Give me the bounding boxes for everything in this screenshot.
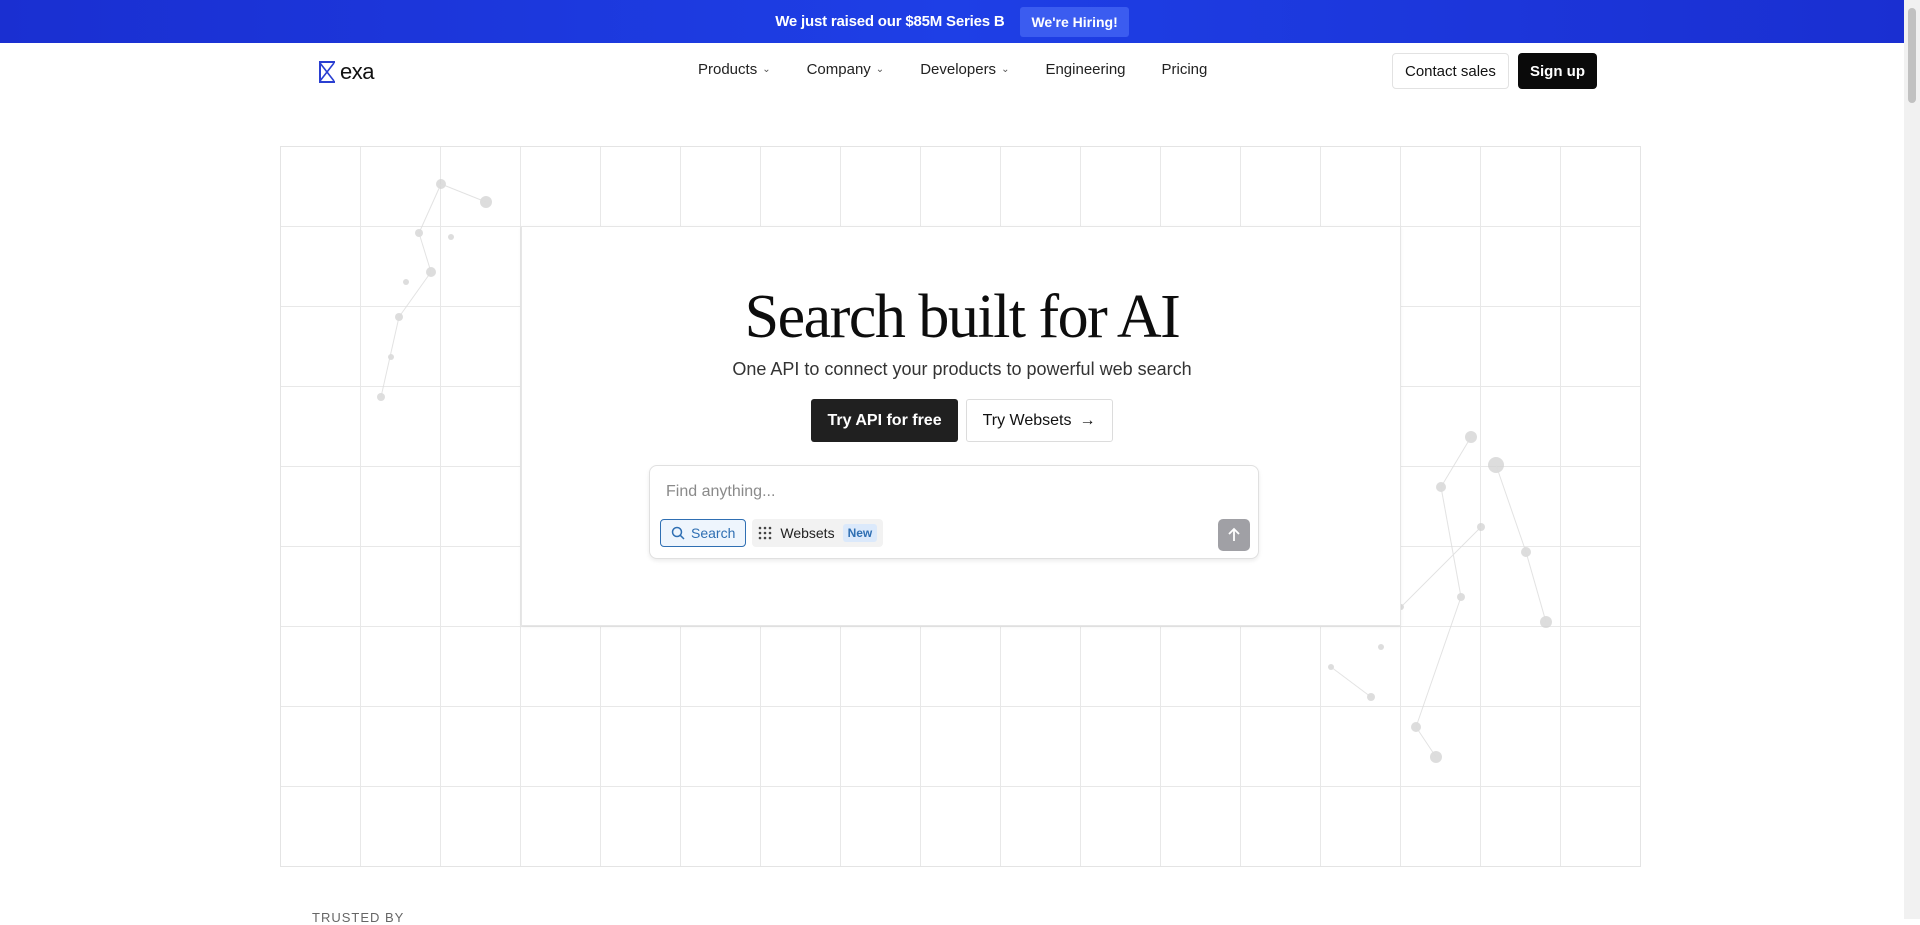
try-websets-label: Try Websets: [982, 411, 1072, 429]
contact-sales-button[interactable]: Contact sales: [1392, 53, 1509, 89]
nav-developers[interactable]: Developers ⌄: [920, 61, 1009, 78]
nav-link-label: Company: [806, 61, 871, 78]
chevron-down-icon: ⌄: [875, 64, 885, 75]
nav-company[interactable]: Company ⌄: [807, 61, 885, 78]
trusted-by-label: TRUSTED BY: [312, 910, 405, 925]
nav-products[interactable]: Products ⌄: [698, 61, 771, 78]
arrow-up-icon: [1228, 527, 1240, 541]
logo[interactable]: exa: [318, 59, 374, 85]
websets-mode-button[interactable]: Websets New: [752, 519, 884, 547]
search-input[interactable]: [664, 480, 1234, 504]
hero-title: Search built for AI: [744, 283, 1181, 351]
exa-logo-icon: [319, 61, 335, 83]
arrow-right-icon: →: [1079, 411, 1096, 429]
announcement-bar: We just raised our $85M Series B We're H…: [0, 0, 1904, 43]
try-websets-button[interactable]: Try Websets →: [965, 399, 1113, 442]
hero-subtitle: One API to connect your products to powe…: [732, 359, 1192, 379]
nav-link-label: Pricing: [1161, 61, 1208, 78]
scrollbar-thumb[interactable]: [1908, 8, 1916, 103]
top-navigation: exa Products ⌄ Company ⌄ Developers ⌄ En…: [0, 43, 1904, 97]
logo-text: exa: [340, 59, 374, 84]
nav-engineering[interactable]: Engineering: [1045, 61, 1125, 78]
nav-link-label: Developers: [920, 61, 997, 78]
search-icon: [671, 526, 685, 540]
search-submit-button[interactable]: [1218, 519, 1250, 551]
chevron-down-icon: ⌄: [762, 64, 771, 75]
nav-links: Products ⌄ Company ⌄ Developers ⌄ Engine…: [698, 61, 1207, 78]
search-box: Search Websets New: [649, 465, 1259, 559]
cta-row: Try API for free Try Websets →: [522, 399, 1402, 442]
websets-mode-label: Websets: [780, 525, 835, 541]
announcement-text: We just raised our $85M Series B: [775, 13, 1005, 30]
nav-link-label: Products: [698, 61, 758, 78]
hero-card: Search built for AI One API to connect y…: [521, 226, 1401, 626]
search-mode-row: Search Websets New: [660, 519, 884, 547]
sign-up-button[interactable]: Sign up: [1518, 53, 1597, 89]
search-mode-button[interactable]: Search: [660, 519, 747, 547]
page-scrollbar[interactable]: [1904, 0, 1920, 919]
grid-dots-icon: [759, 526, 772, 540]
hiring-button[interactable]: We're Hiring!: [1020, 6, 1129, 37]
chevron-down-icon: ⌄: [1001, 64, 1010, 75]
new-badge: New: [842, 524, 878, 542]
search-mode-label: Search: [691, 525, 736, 541]
try-api-button[interactable]: Try API for free: [811, 399, 958, 442]
nav-link-label: Engineering: [1045, 61, 1126, 78]
nav-pricing[interactable]: Pricing: [1162, 61, 1208, 78]
